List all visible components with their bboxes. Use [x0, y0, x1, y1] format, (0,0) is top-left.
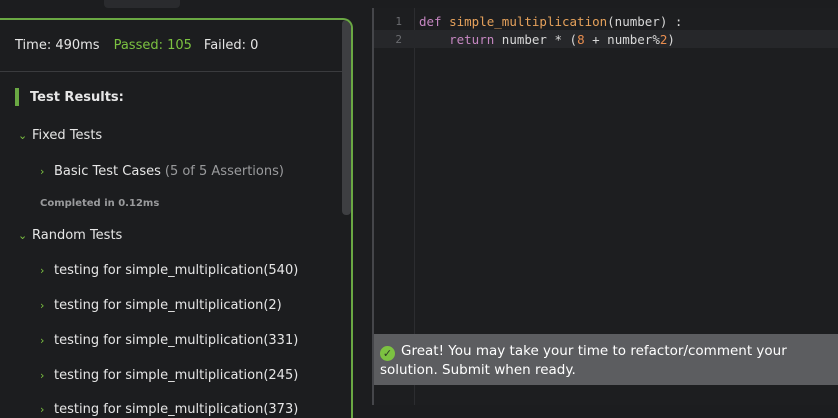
chevron-right-icon: › — [40, 264, 45, 277]
number-literal: 8 — [577, 31, 585, 47]
fixed-tests-label: Fixed Tests — [32, 128, 103, 143]
basic-test-cases-item[interactable]: › Basic Test Cases (5 of 5 Assertions) — [40, 164, 284, 179]
code-expr-c: ) — [667, 31, 675, 47]
line-number: 1 — [395, 14, 402, 28]
chevron-right-icon: › — [40, 369, 45, 382]
top-tab[interactable] — [104, 0, 180, 8]
random-test-label: testing for simple_multiplication(373) — [54, 402, 299, 417]
random-test-item[interactable]: › testing for simple_multiplication(2) — [40, 298, 282, 313]
results-header: Test Results: — [15, 88, 124, 106]
results-accent-bar — [15, 88, 19, 106]
time-stat: Time: 490ms — [15, 38, 100, 53]
failed-stat: Failed: 0 — [203, 38, 259, 53]
random-test-label: testing for simple_multiplication(245) — [54, 368, 299, 383]
line-number: 2 — [395, 32, 402, 46]
chevron-down-icon: ⌄ — [18, 129, 28, 142]
completed-time: Completed in 0.12ms — [40, 198, 160, 209]
notification-message: Great! You may take your time to refacto… — [380, 343, 787, 378]
assertions-count: (5 of 5 Assertions) — [164, 164, 284, 179]
success-notification: ✓ Great! You may take your time to refact… — [374, 334, 838, 385]
chevron-right-icon: › — [40, 299, 45, 312]
fixed-tests-group[interactable]: ⌄ Fixed Tests — [18, 128, 102, 143]
code-line-1[interactable]: 1 def simple_multiplication(number) : — [374, 12, 838, 30]
chevron-right-icon: › — [40, 334, 45, 347]
chevron-right-icon: › — [40, 165, 45, 178]
results-scrollbar[interactable] — [342, 20, 351, 215]
test-results-panel: Time: 490ms Passed: 105 Failed: 0 Test R… — [0, 18, 353, 418]
code-expr-a: number * ( — [494, 31, 578, 47]
random-test-item[interactable]: › testing for simple_multiplication(245) — [40, 368, 298, 383]
passed-stat: Passed: 105 — [113, 38, 192, 53]
code-line-2[interactable]: 2 return number * (8 + number%2) — [374, 30, 838, 48]
basic-test-cases-label: Basic Test Cases — [54, 164, 161, 179]
random-tests-label: Random Tests — [32, 228, 123, 243]
check-circle-icon: ✓ — [380, 346, 395, 361]
chevron-down-icon: ⌄ — [18, 229, 28, 242]
function-params: (number) : — [607, 13, 683, 29]
keyword-return: return — [449, 31, 495, 47]
function-name: simple_multiplication — [449, 13, 608, 29]
random-test-item[interactable]: › testing for simple_multiplication(373) — [40, 402, 298, 417]
code-expr-b: + number% — [584, 31, 660, 47]
random-test-item[interactable]: › testing for simple_multiplication(331) — [40, 333, 298, 348]
random-tests-group[interactable]: ⌄ Random Tests — [18, 228, 122, 243]
keyword-def: def — [419, 13, 442, 29]
random-test-label: testing for simple_multiplication(331) — [54, 333, 299, 348]
random-test-label: testing for simple_multiplication(540) — [54, 263, 299, 278]
random-test-item[interactable]: › testing for simple_multiplication(540) — [40, 263, 298, 278]
stats-bar: Time: 490ms Passed: 105 Failed: 0 — [0, 20, 351, 72]
random-test-label: testing for simple_multiplication(2) — [54, 298, 282, 313]
results-title: Test Results: — [30, 89, 124, 105]
